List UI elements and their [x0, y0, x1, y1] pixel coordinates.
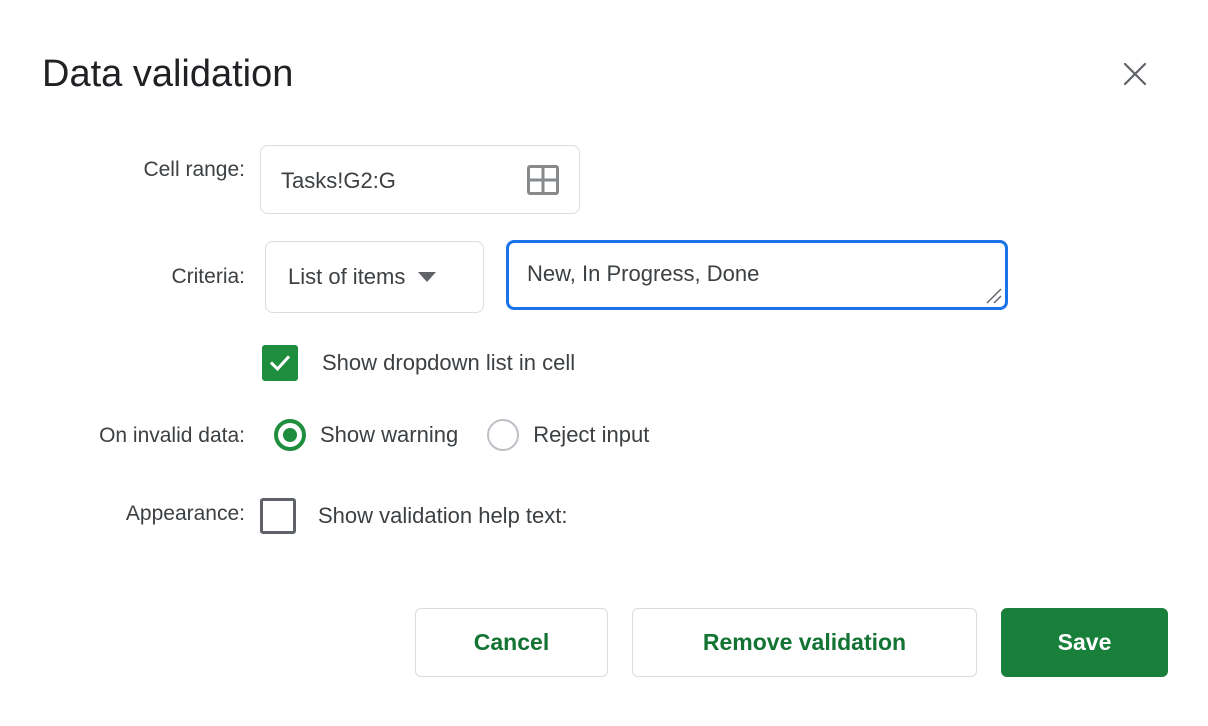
- radio-reject-input-label: Reject input: [533, 421, 649, 449]
- grid-picker-icon[interactable]: [527, 165, 559, 195]
- dialog-header: Data validation: [0, 0, 1208, 120]
- criteria-type-dropdown[interactable]: List of items: [265, 241, 484, 313]
- criteria-items-value: New, In Progress, Done: [527, 260, 759, 288]
- criteria-type-value: List of items: [288, 263, 405, 291]
- radio-option-reject-input[interactable]: Reject input: [487, 419, 649, 451]
- cell-range-value: Tasks!G2:G: [281, 167, 396, 195]
- show-validation-help-text-label: Show validation help text:: [318, 502, 568, 530]
- criteria-label: Criteria:: [0, 264, 245, 290]
- save-button[interactable]: Save: [1001, 608, 1168, 677]
- radio-show-warning-label: Show warning: [320, 421, 458, 449]
- show-validation-help-text-checkbox[interactable]: [260, 498, 296, 534]
- radio-show-warning[interactable]: [274, 419, 306, 451]
- page-title: Data validation: [42, 48, 293, 100]
- show-dropdown-list-checkbox-row[interactable]: Show dropdown list in cell: [262, 345, 575, 381]
- on-invalid-data-label: On invalid data:: [0, 423, 245, 449]
- remove-validation-button[interactable]: Remove validation: [632, 608, 977, 677]
- cell-range-input[interactable]: Tasks!G2:G: [260, 145, 580, 214]
- close-icon: [1122, 61, 1148, 87]
- radio-option-show-warning[interactable]: Show warning: [274, 419, 458, 451]
- radio-reject-input[interactable]: [487, 419, 519, 451]
- radio-dot-icon: [283, 428, 297, 442]
- cancel-button[interactable]: Cancel: [415, 608, 608, 677]
- check-icon: [268, 351, 292, 375]
- chevron-down-icon: [418, 272, 436, 282]
- close-button[interactable]: [1114, 53, 1156, 95]
- show-dropdown-list-checkbox[interactable]: [262, 345, 298, 381]
- dialog-footer: Cancel Remove validation Save: [0, 608, 1208, 683]
- resize-grip-icon[interactable]: [986, 288, 1002, 304]
- show-dropdown-list-label: Show dropdown list in cell: [322, 349, 575, 377]
- cell-range-label: Cell range:: [0, 157, 245, 183]
- data-validation-dialog: Data validation Cell range: Tasks!G2:G C…: [0, 0, 1208, 726]
- show-validation-help-text-checkbox-row[interactable]: Show validation help text:: [260, 498, 568, 534]
- criteria-items-input[interactable]: New, In Progress, Done: [506, 240, 1008, 310]
- on-invalid-data-radio-group: Show warning Reject input: [274, 419, 649, 451]
- appearance-label: Appearance:: [0, 501, 245, 527]
